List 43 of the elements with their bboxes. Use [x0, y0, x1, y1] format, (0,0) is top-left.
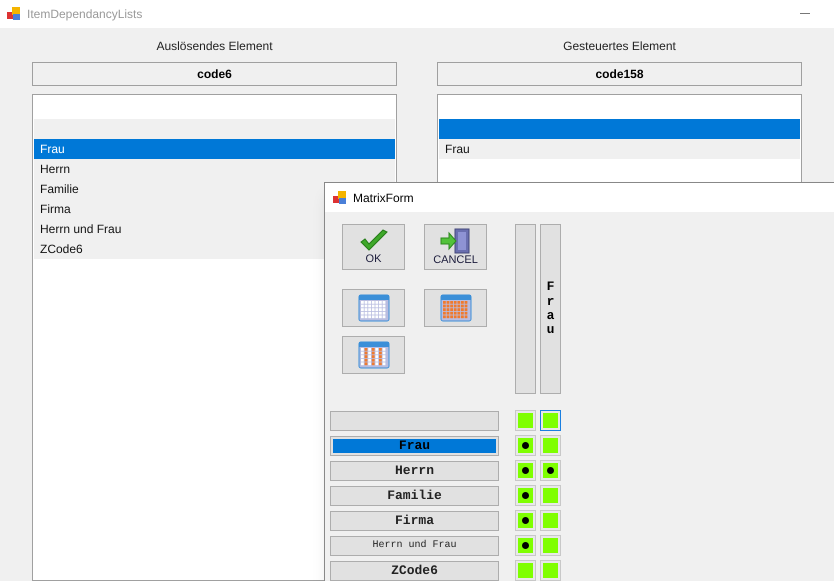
code-label: code6 [32, 62, 397, 86]
window-title: ItemDependancyLists [27, 6, 142, 23]
list-item[interactable]: Herrn [34, 159, 395, 179]
grid-button[interactable] [342, 289, 405, 327]
matrix-cell[interactable] [540, 535, 561, 556]
column-header[interactable]: Frau [540, 224, 561, 394]
matrix-cell[interactable] [515, 410, 536, 431]
row-header[interactable] [330, 410, 499, 430]
checkmark-icon [358, 229, 388, 253]
row-header[interactable]: Firma [330, 510, 499, 530]
matrix-cell[interactable] [515, 510, 536, 531]
matrix-cell[interactable] [540, 560, 561, 581]
matrix-cell[interactable] [540, 435, 561, 456]
row-header[interactable]: Herrn und Frau [330, 536, 499, 556]
door-exit-icon [440, 228, 472, 254]
list-item[interactable]: Frau [34, 139, 395, 159]
panel-heading: Auslösendes Element [155, 38, 274, 55]
matrix-cell[interactable] [515, 460, 536, 481]
cancel-button[interactable]: CANCEL [424, 224, 487, 270]
grid-button[interactable] [342, 336, 405, 374]
panel-heading: Gesteuertes Element [562, 38, 677, 55]
app-icon [7, 7, 21, 21]
matrix-cell[interactable] [515, 560, 536, 581]
matrix-cell[interactable] [515, 485, 536, 506]
list-item[interactable]: Frau [439, 139, 800, 159]
matrix-cell[interactable] [540, 460, 561, 481]
matrix-cell[interactable] [540, 410, 561, 431]
filled-grid-icon [440, 294, 472, 322]
matrix-cell[interactable] [540, 510, 561, 531]
matrix-cell[interactable] [515, 535, 536, 556]
column-grid-icon [358, 341, 390, 369]
matrix-cell[interactable] [540, 485, 561, 506]
matrix-cell[interactable] [515, 435, 536, 456]
row-header[interactable]: Herrn [330, 460, 499, 480]
app-icon [333, 190, 347, 204]
code-label: code158 [437, 62, 802, 86]
ok-button[interactable]: OK [342, 224, 405, 270]
table-grid-icon [358, 294, 390, 322]
grid-button[interactable] [424, 289, 487, 327]
row-header[interactable]: Familie [330, 486, 499, 506]
row-header[interactable]: ZCode6 [330, 560, 499, 580]
minimize-icon[interactable] [800, 13, 810, 15]
column-header[interactable] [515, 224, 536, 394]
